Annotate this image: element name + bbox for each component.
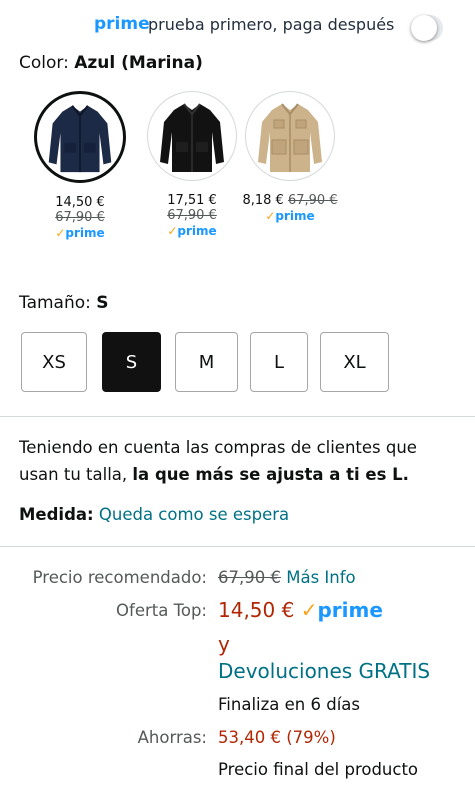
size-label-prefix: Tamaño: — [19, 293, 91, 313]
color-label: Color: Azul (Marina) — [19, 53, 203, 73]
size-button-xs[interactable]: XS — [21, 332, 87, 392]
fit-recommended-size: la que más se ajusta a ti es L. — [132, 465, 409, 484]
swatch-image-beige-jacket — [245, 91, 335, 181]
divider — [0, 546, 475, 547]
size-button-xl[interactable]: XL — [320, 332, 389, 392]
swatch-prime-badge: ✓prime — [19, 226, 141, 240]
list-price-label: Precio recomendado: — [32, 568, 207, 587]
prime-check-icon: ✓ — [167, 224, 178, 238]
list-price-row: 67,90 € Más Info — [218, 568, 356, 587]
prime-check-icon: ✓ — [300, 598, 318, 622]
deal-label: Oferta Top: — [116, 601, 207, 620]
prime-check-icon: ✓ — [55, 226, 66, 240]
color-swatch-azul-marina[interactable]: 14,50 € 67,90 € ✓prime — [19, 91, 141, 240]
swatch-price-row: 8,18 € 67,90 € — [229, 193, 351, 208]
savings-label: Ahorras: — [137, 728, 207, 747]
swatch-list-price: 67,90 € — [55, 210, 105, 225]
prime-logo: prime — [94, 14, 150, 34]
swatch-price: 14,50 € — [55, 195, 105, 210]
toggle-knob — [411, 15, 437, 41]
swatch-price: 8,18 € — [242, 193, 284, 208]
swatch-image-navy-jacket — [34, 91, 126, 183]
savings-value: 53,40 € (79%) — [218, 728, 336, 747]
size-button-m[interactable]: M — [175, 332, 238, 392]
free-returns-link[interactable]: Devoluciones GRATIS — [218, 659, 430, 683]
size-selected-value: S — [96, 293, 109, 313]
more-info-link[interactable]: Más Info — [286, 568, 355, 587]
prime-try-text: prueba primero, paga después — [148, 15, 395, 34]
fit-measure-row: Medida: Queda como se espera — [19, 505, 289, 524]
size-button-l[interactable]: L — [250, 332, 308, 392]
color-selected-value: Azul (Marina) — [74, 53, 203, 73]
deal-price-row: 14,50 € ✓prime — [218, 598, 383, 622]
prime-check-icon: ✓ — [265, 209, 276, 223]
divider — [0, 416, 475, 417]
swatch-image-black-jacket — [147, 91, 237, 181]
offer-ends-text: Finaliza en 6 días — [218, 695, 360, 714]
size-label: Tamaño: S — [19, 293, 109, 313]
swatch-list-price: 67,90 € — [287, 193, 338, 208]
prime-word: prime — [65, 226, 105, 240]
swatch-prime-badge: ✓prime — [229, 209, 351, 223]
and-connector: y — [218, 632, 230, 656]
prime-try-toggle[interactable] — [411, 15, 443, 41]
color-label-prefix: Color: — [19, 53, 69, 73]
fit-measure-label: Medida: — [19, 505, 94, 524]
deal-price: 14,50 € — [218, 598, 295, 622]
size-button-s[interactable]: S — [102, 332, 161, 392]
fit-measure-link[interactable]: Queda como se espera — [99, 505, 289, 524]
swatch-prime-badge: ✓prime — [131, 224, 253, 238]
prime-badge: ✓prime — [301, 598, 383, 622]
color-swatch-beige[interactable]: 8,18 € 67,90 € ✓prime — [229, 91, 351, 223]
fit-recommendation-text: Teniendo en cuenta las compras de client… — [19, 434, 459, 488]
prime-try-before-buy-row[interactable]: prime prueba primero, paga después — [0, 8, 475, 44]
prime-word: prime — [275, 209, 315, 223]
final-price-note: Precio final del producto — [218, 760, 419, 779]
prime-word: prime — [317, 598, 383, 622]
prime-word: prime — [177, 224, 217, 238]
list-price: 67,90 € — [218, 568, 281, 587]
